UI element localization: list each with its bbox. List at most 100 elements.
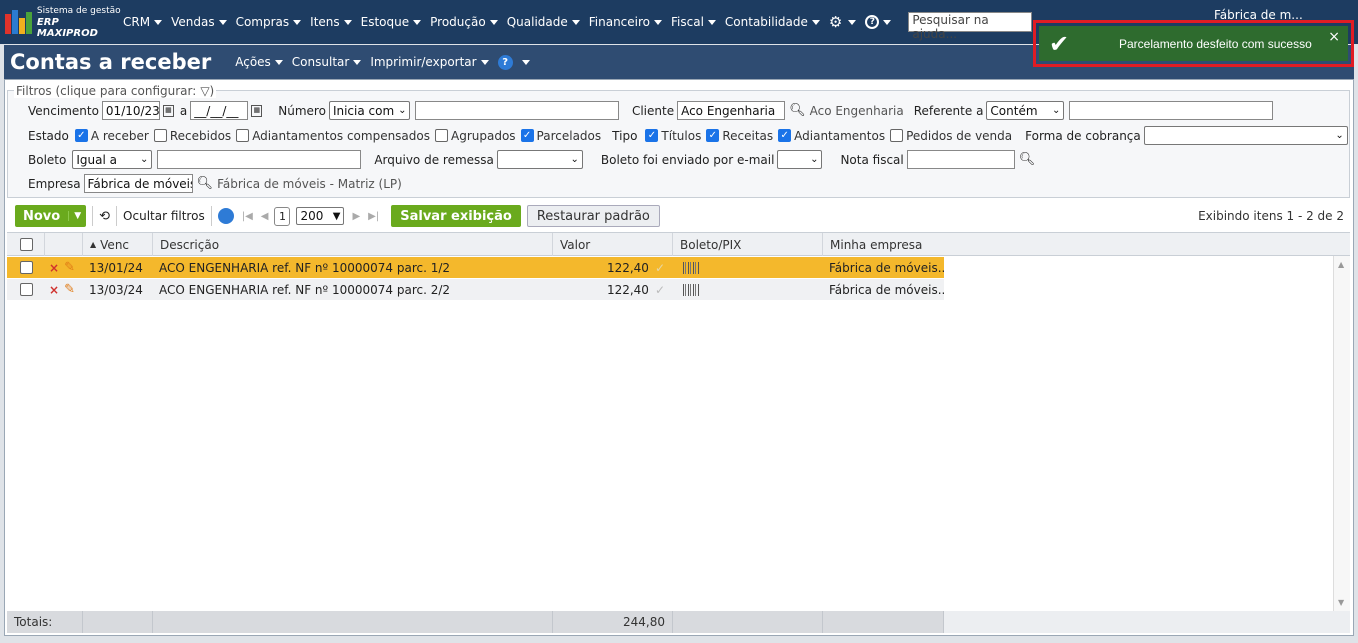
forma-cobranca-select[interactable]: ⌄: [1143, 126, 1348, 145]
tipo-adiantamentos-checkbox[interactable]: ✓: [778, 129, 792, 142]
chevron-down-icon: ⌄: [139, 154, 149, 165]
menu-fiscal[interactable]: Fiscal: [671, 15, 716, 29]
search-icon[interactable]: 🔍︎: [197, 176, 214, 191]
help-menu[interactable]: ?: [865, 15, 892, 29]
grid-scrollbar[interactable]: ▲ ▼: [1333, 256, 1350, 611]
chevron-down-icon: ⌄: [1052, 105, 1061, 116]
nota-fiscal-input[interactable]: [906, 150, 1015, 169]
delete-icon[interactable]: ×: [49, 261, 59, 275]
edit-icon[interactable]: ✎: [64, 260, 75, 275]
prev-page-icon[interactable]: ◀: [261, 211, 269, 222]
menu-vendas[interactable]: Vendas: [171, 15, 227, 29]
new-button[interactable]: Novo ▼: [15, 205, 87, 227]
estado-parcelados-checkbox[interactable]: ✓: [520, 129, 534, 142]
calendar-icon[interactable]: ▦: [251, 104, 263, 117]
hide-filters-button[interactable]: Ocultar filtros: [123, 209, 205, 223]
filters-legend[interactable]: Filtros (clique para configurar: ▽): [14, 84, 217, 98]
chevron-down-icon: [480, 59, 489, 65]
col-venc[interactable]: ▲ Venc: [83, 233, 153, 256]
refresh-icon[interactable]: ⟲: [99, 209, 110, 224]
help-icon: ?: [865, 15, 880, 29]
estado-a-receber-checkbox[interactable]: ✓: [74, 129, 88, 142]
chevron-down-icon: ▼: [332, 210, 341, 222]
boleto-mode-select[interactable]: Igual a ⌄: [72, 150, 153, 169]
menu-crm[interactable]: CRM: [123, 15, 163, 29]
vencimento-to-input[interactable]: __/__/__: [190, 101, 249, 120]
empresa-input[interactable]: Fábrica de móveis -: [83, 174, 193, 193]
filter-icon[interactable]: ▽: [200, 84, 209, 98]
cell-descricao: ACO ENGENHARIA ref. NF nº 10000074 parc.…: [159, 260, 451, 275]
referente-input[interactable]: [1069, 101, 1274, 120]
estado-adiantamentos-compensados-checkbox[interactable]: [236, 129, 250, 142]
menu-estoque[interactable]: Estoque: [361, 15, 422, 29]
vencimento-from-input[interactable]: 01/10/23: [101, 101, 160, 120]
logo-icon: [5, 10, 33, 34]
search-icon[interactable]: 🔍︎: [789, 103, 806, 118]
arquivo-remessa-label: Arquivo de remessa: [374, 152, 494, 167]
search-icon[interactable]: 🔍︎: [1019, 152, 1036, 167]
menu-itens[interactable]: Itens: [310, 15, 352, 29]
menu-contabilidade[interactable]: Contabilidade: [725, 15, 820, 29]
boleto-email-label: Boleto foi enviado por e-mail: [600, 152, 775, 167]
numero-input[interactable]: [414, 101, 619, 120]
menu-financeiro[interactable]: Financeiro: [589, 15, 663, 29]
col-empresa[interactable]: Minha empresa: [823, 233, 1335, 256]
menu-acoes[interactable]: Ações: [235, 55, 283, 69]
delete-icon[interactable]: ×: [49, 283, 59, 297]
estado-recebidos-checkbox[interactable]: [153, 129, 167, 142]
gear-icon: ⚙: [828, 13, 843, 31]
scroll-up-icon[interactable]: ▲: [1338, 260, 1344, 269]
tipo-receitas-checkbox[interactable]: ✓: [706, 129, 720, 142]
menu-producao[interactable]: Produção: [430, 15, 498, 29]
boleto-input[interactable]: [157, 150, 362, 169]
grid-header: ▲ Venc Descrição Valor Boleto/PIX Minha e…: [7, 233, 1350, 256]
numero-mode-select[interactable]: Inicia com ⌄: [328, 101, 410, 120]
chevron-down-icon: [218, 19, 227, 25]
restore-default-button[interactable]: Restaurar padrão: [526, 205, 660, 227]
page-number-input[interactable]: 1: [274, 206, 291, 226]
estado-agrupados-checkbox[interactable]: [435, 129, 448, 142]
cell-venc: 13/03/24: [89, 282, 143, 297]
help-icon[interactable]: [217, 208, 234, 224]
menu-qualidade[interactable]: Qualidade: [507, 15, 580, 29]
chevron-down-icon[interactable]: ▼: [68, 211, 86, 221]
menu-compras[interactable]: Compras: [236, 15, 302, 29]
empresa-name: Fábrica de móveis - Matriz (LP): [217, 176, 402, 191]
first-page-icon[interactable]: |◀: [242, 211, 253, 222]
tipo-titulos-checkbox[interactable]: ✓: [645, 129, 659, 142]
chevron-down-icon: [274, 59, 283, 65]
calendar-icon[interactable]: ▦: [162, 104, 174, 117]
col-boleto[interactable]: Boleto/PIX: [673, 233, 823, 256]
row-checkbox[interactable]: [20, 283, 33, 296]
arquivo-remessa-select[interactable]: ⌄: [496, 150, 583, 169]
barcode-icon[interactable]: [683, 261, 699, 274]
edit-icon[interactable]: ✎: [64, 282, 75, 297]
last-page-icon[interactable]: ▶|: [368, 211, 379, 222]
table-row[interactable]: × ✎ 13/01/24 ACO ENGENHARIA ref. NF nº 10…: [7, 257, 944, 278]
select-all-checkbox[interactable]: [20, 238, 33, 251]
referente-mode-select[interactable]: Contém ⌄: [986, 101, 1065, 120]
table-row[interactable]: × ✎ 13/03/24 ACO ENGENHARIA ref. NF nº 10…: [7, 279, 944, 300]
page-help-menu[interactable]: ?: [497, 54, 530, 70]
barcode-icon[interactable]: [683, 283, 699, 296]
chevron-down-icon: [707, 19, 716, 25]
menu-imprimir[interactable]: Imprimir/exportar: [370, 55, 489, 69]
settings-menu[interactable]: ⚙: [828, 13, 857, 31]
close-icon[interactable]: ×: [1328, 29, 1340, 45]
row-checkbox[interactable]: [20, 261, 33, 274]
check-icon: ✔: [1049, 29, 1070, 58]
tipo-pedidos-venda-checkbox[interactable]: [890, 129, 904, 142]
logo[interactable]: Sistema de gestão ERP MAXIPROD: [5, 6, 123, 39]
col-valor[interactable]: Valor: [553, 233, 673, 256]
menu-consultar[interactable]: Consultar: [292, 55, 362, 69]
numero-label: Número: [278, 103, 326, 118]
save-view-button[interactable]: Salvar exibição: [391, 205, 521, 227]
next-page-icon[interactable]: ▶: [352, 211, 360, 222]
cliente-input[interactable]: Aco Engenharia: [677, 101, 786, 120]
filter-row-3: Boleto Igual a ⌄ Arquivo de remessa ⌄ Bol…: [28, 150, 1039, 169]
page-size-select[interactable]: 200 ▼: [296, 207, 345, 225]
scroll-down-icon[interactable]: ▼: [1338, 598, 1344, 607]
boleto-email-select[interactable]: ⌄: [777, 150, 823, 169]
help-search-input[interactable]: Pesquisar na ajuda...: [908, 12, 1033, 41]
col-descricao[interactable]: Descrição: [153, 233, 553, 256]
